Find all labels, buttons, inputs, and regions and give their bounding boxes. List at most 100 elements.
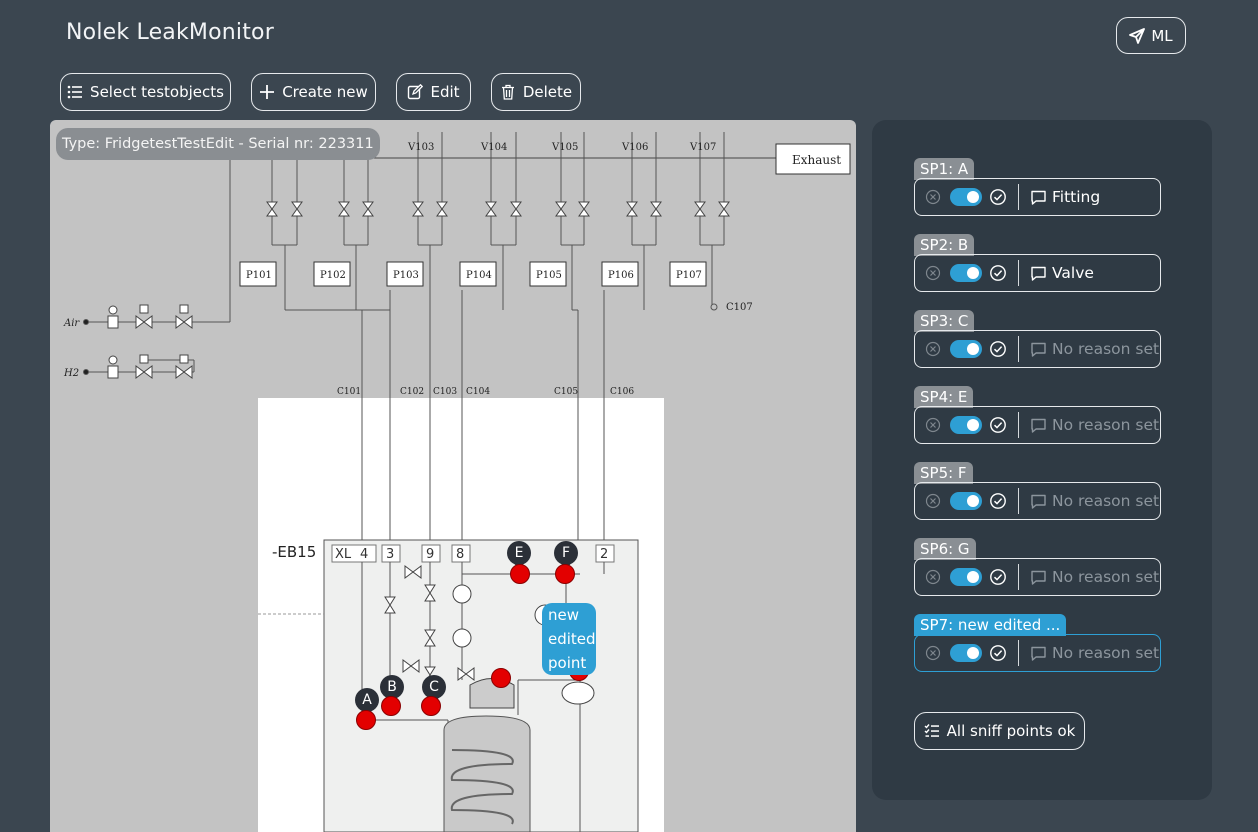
reason-selector[interactable]: No reason set xyxy=(1030,635,1159,671)
sniff-point-item: SP4: E No reason set xyxy=(914,386,1161,446)
sniff-point-dot-a[interactable] xyxy=(356,710,376,730)
sniff-point-dot-new[interactable] xyxy=(491,668,511,688)
sniff-point-card[interactable]: Fitting xyxy=(914,178,1161,216)
x-circle-icon[interactable] xyxy=(925,493,941,509)
delete-label: Delete xyxy=(522,83,573,101)
reason-selector[interactable]: No reason set xyxy=(1030,483,1159,519)
x-circle-icon[interactable] xyxy=(925,645,941,661)
marker-f[interactable]: F xyxy=(554,541,578,571)
divider xyxy=(1018,184,1019,210)
sniff-point-dot-e[interactable] xyxy=(510,564,530,584)
valve-label: V105 xyxy=(551,142,578,153)
sniff-point-card[interactable]: Valve xyxy=(914,254,1161,292)
comment-icon xyxy=(1031,494,1046,509)
new-point-label[interactable]: new edited point xyxy=(542,603,596,675)
x-circle-icon[interactable] xyxy=(925,265,941,281)
reason-selector[interactable]: No reason set xyxy=(1030,559,1159,595)
delete-button[interactable]: Delete xyxy=(491,73,581,111)
x-circle-icon[interactable] xyxy=(925,341,941,357)
sniff-point-card[interactable]: No reason set xyxy=(914,558,1161,596)
create-new-label: Create new xyxy=(282,83,368,101)
x-circle-icon[interactable] xyxy=(925,569,941,585)
enable-toggle[interactable] xyxy=(950,264,982,282)
select-testobjects-button[interactable]: Select testobjects xyxy=(60,73,231,111)
enable-toggle[interactable] xyxy=(950,644,982,662)
reason-label: Valve xyxy=(1052,264,1094,282)
trash-icon xyxy=(501,84,514,100)
comment-icon xyxy=(1031,342,1046,357)
sniff-point-tab[interactable]: SP3: C xyxy=(914,310,975,332)
marker-c[interactable]: C xyxy=(422,675,446,705)
sniff-point-dot-f[interactable] xyxy=(555,564,575,584)
x-circle-icon[interactable] xyxy=(925,417,941,433)
sniff-point-item: SP6: G No reason set xyxy=(914,538,1161,598)
checklist-icon xyxy=(924,724,939,737)
exhaust-label: Exhaust xyxy=(792,153,841,167)
check-circle-icon[interactable] xyxy=(989,340,1007,358)
divider xyxy=(1018,564,1019,590)
sniff-point-tab[interactable]: SP7: new edited ... xyxy=(914,614,1067,636)
reason-selector[interactable]: Fitting xyxy=(1030,179,1100,215)
check-circle-icon[interactable] xyxy=(989,188,1007,206)
check-circle-icon[interactable] xyxy=(989,492,1007,510)
sensor-label: P107 xyxy=(676,270,702,281)
marker-e[interactable]: E xyxy=(507,541,531,571)
sensor-label: P103 xyxy=(393,270,419,281)
x-circle-icon[interactable] xyxy=(925,189,941,205)
enable-toggle[interactable] xyxy=(950,188,982,206)
create-new-button[interactable]: Create new xyxy=(251,73,376,111)
enable-toggle[interactable] xyxy=(950,492,982,510)
sensor-label: P105 xyxy=(536,270,562,281)
all-sniff-points-ok-button[interactable]: All sniff points ok xyxy=(914,712,1085,750)
check-circle-icon[interactable] xyxy=(989,264,1007,282)
sensor-label: P106 xyxy=(608,270,634,281)
edit-button[interactable]: Edit xyxy=(396,73,471,111)
inlet-label: Air xyxy=(63,318,80,329)
sniff-point-tab[interactable]: SP6: G xyxy=(914,538,976,560)
unit-label: -EB15 xyxy=(272,543,316,561)
sniff-point-tab[interactable]: SP1: A xyxy=(914,158,975,180)
reason-label: No reason set xyxy=(1052,644,1160,662)
sniff-point-tab[interactable]: SP5: F xyxy=(914,462,973,484)
check-circle-icon[interactable] xyxy=(989,644,1007,662)
sniff-point-item: SP2: B Valve xyxy=(914,234,1161,294)
connector-label: C102 xyxy=(400,387,424,397)
edit-icon xyxy=(408,84,424,100)
sniff-point-dot-b[interactable] xyxy=(381,696,401,716)
reason-selector[interactable]: No reason set xyxy=(1030,407,1159,443)
sniff-point-card[interactable]: No reason set xyxy=(914,634,1161,672)
sniff-point-card[interactable]: No reason set xyxy=(914,330,1161,368)
user-menu-button[interactable]: ML xyxy=(1116,17,1186,54)
connector-label: C103 xyxy=(433,387,457,397)
list-icon xyxy=(67,85,83,99)
reason-selector[interactable]: Valve xyxy=(1030,255,1094,291)
app-title: Nolek LeakMonitor xyxy=(66,20,274,45)
reason-selector[interactable]: No reason set xyxy=(1030,331,1159,367)
sniff-point-card[interactable]: No reason set xyxy=(914,482,1161,520)
enable-toggle[interactable] xyxy=(950,416,982,434)
sniff-point-card[interactable]: No reason set xyxy=(914,406,1161,444)
port-label: XL xyxy=(335,547,352,562)
connector-label: C105 xyxy=(554,387,578,397)
sniff-point-dot-c[interactable] xyxy=(421,696,441,716)
edit-label: Edit xyxy=(430,83,460,101)
diagram-panel[interactable]: Exhaust V103 V104 V105 V106 V107 P101 P1… xyxy=(50,120,856,832)
connector-label: C104 xyxy=(466,387,490,397)
divider xyxy=(1018,260,1019,286)
check-circle-icon[interactable] xyxy=(989,568,1007,586)
check-circle-icon[interactable] xyxy=(989,416,1007,434)
user-initials: ML xyxy=(1151,26,1173,45)
enable-toggle[interactable] xyxy=(950,568,982,586)
valve-label: V104 xyxy=(480,142,507,153)
sniff-point-tab[interactable]: SP4: E xyxy=(914,386,974,408)
sensor-label: P102 xyxy=(320,270,346,281)
enable-toggle[interactable] xyxy=(950,340,982,358)
sniff-point-tab-label: SP2: B xyxy=(920,236,969,254)
sensor-label: P104 xyxy=(466,270,492,281)
marker-a[interactable]: A xyxy=(355,688,379,718)
sensor-label: P101 xyxy=(246,270,272,281)
sniff-point-tab-label: SP4: E xyxy=(920,388,968,406)
port-label: 2 xyxy=(600,547,608,562)
sniff-point-tab[interactable]: SP2: B xyxy=(914,234,975,256)
toggle-knob xyxy=(967,495,979,507)
